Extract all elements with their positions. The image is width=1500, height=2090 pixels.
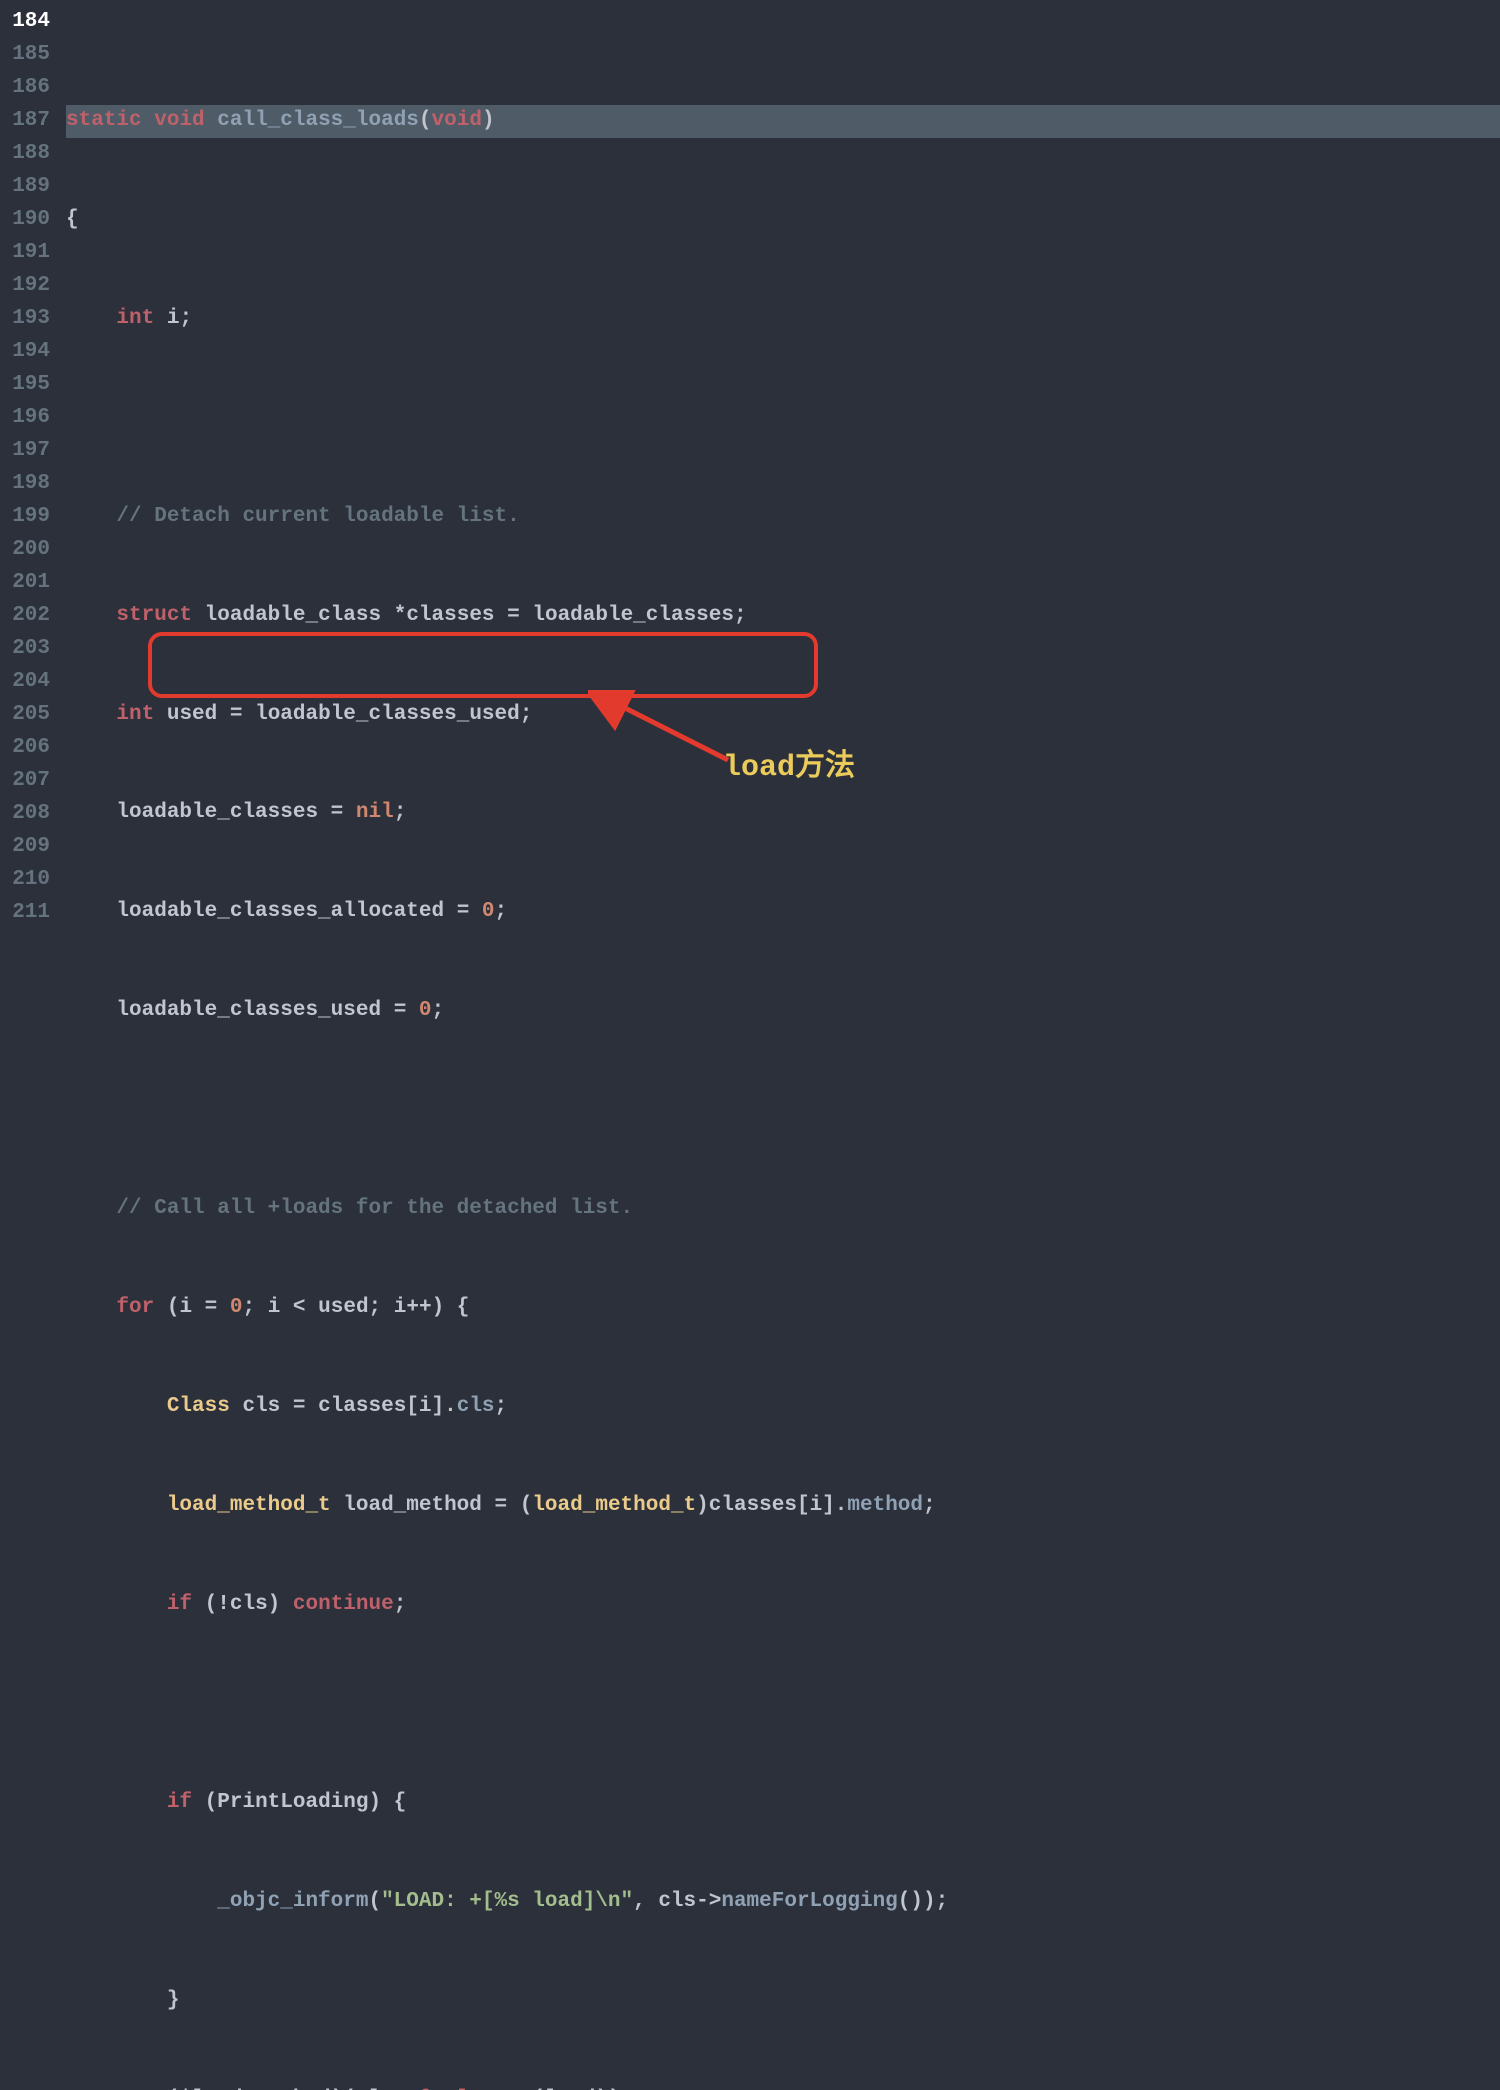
line-number: 202 — [0, 600, 50, 633]
line-number: 200 — [0, 534, 50, 567]
line-number-gutter: 1841851861871881891901911921931941951961… — [0, 0, 58, 1045]
line-number: 198 — [0, 468, 50, 501]
line-number: 189 — [0, 171, 50, 204]
line-number: 211 — [0, 897, 50, 930]
code-line-189: struct loadable_class *classes = loadabl… — [66, 600, 1500, 633]
line-number: 191 — [0, 237, 50, 270]
code-line-198: load_method_t load_method = (load_method… — [66, 1490, 1500, 1523]
code-line-186: int i; — [66, 303, 1500, 336]
line-number: 184 — [0, 6, 50, 39]
code-line-196: for (i = 0; i < used; i++) { — [66, 1292, 1500, 1325]
code-line-185: { — [66, 204, 1500, 237]
line-number: 209 — [0, 831, 50, 864]
code-line-184: static void call_class_loads(void) — [66, 105, 1500, 138]
code-line-191: loadable_classes = nil; — [66, 797, 1500, 830]
annotation-highlight-box — [148, 632, 818, 698]
code-line-188: // Detach current loadable list. — [66, 501, 1500, 534]
line-number: 210 — [0, 864, 50, 897]
code-line-199: if (!cls) continue; — [66, 1589, 1500, 1622]
code-editor: 1841851861871881891901911921931941951961… — [0, 0, 1500, 1045]
code-line-202: _objc_inform("LOAD: +[%s load]\n", cls->… — [66, 1886, 1500, 1919]
line-number: 208 — [0, 798, 50, 831]
code-line-190: int used = loadable_classes_used; — [66, 699, 1500, 732]
line-number: 187 — [0, 105, 50, 138]
code-line-192: loadable_classes_allocated = 0; — [66, 896, 1500, 929]
line-number: 205 — [0, 699, 50, 732]
line-number: 192 — [0, 270, 50, 303]
line-number: 206 — [0, 732, 50, 765]
line-number: 190 — [0, 204, 50, 237]
line-number: 199 — [0, 501, 50, 534]
annotation-label: load方法 — [723, 745, 855, 792]
line-number: 188 — [0, 138, 50, 171]
line-number: 203 — [0, 633, 50, 666]
line-number: 197 — [0, 435, 50, 468]
code-line-193: loadable_classes_used = 0; — [66, 995, 1500, 1028]
code-line-203: } — [66, 1985, 1500, 2018]
line-number: 185 — [0, 39, 50, 72]
code-line-194 — [66, 1094, 1500, 1127]
line-number: 186 — [0, 72, 50, 105]
line-number: 204 — [0, 666, 50, 699]
code-line-195: // Call all +loads for the detached list… — [66, 1193, 1500, 1226]
line-number: 207 — [0, 765, 50, 798]
code-line-200 — [66, 1688, 1500, 1721]
line-number: 193 — [0, 303, 50, 336]
line-number: 195 — [0, 369, 50, 402]
code-line-197: Class cls = classes[i].cls; — [66, 1391, 1500, 1424]
code-line-187 — [66, 402, 1500, 435]
code-line-204: (*load_method)(cls, @selector(load)); — [66, 2084, 1500, 2090]
line-number: 194 — [0, 336, 50, 369]
code-area[interactable]: static void call_class_loads(void) { int… — [58, 0, 1500, 1045]
line-number: 201 — [0, 567, 50, 600]
line-number: 196 — [0, 402, 50, 435]
code-line-201: if (PrintLoading) { — [66, 1787, 1500, 1820]
